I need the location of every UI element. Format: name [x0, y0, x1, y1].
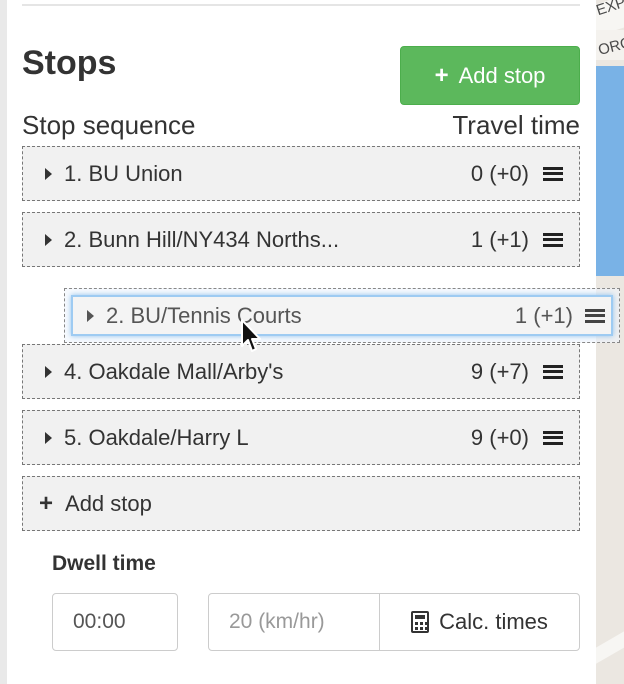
stop-name: 1. BU Union: [64, 160, 183, 186]
stop-travel-time: 1 (+1): [470, 226, 529, 252]
divider: [22, 4, 580, 6]
calc-times-button[interactable]: Calc. times: [379, 593, 580, 651]
stops-heading: Stops: [22, 44, 117, 82]
dragging-stop-row[interactable]: 2. BU/Tennis Courts 1 (+1): [71, 295, 613, 336]
stop-row[interactable]: 2. Bunn Hill/NY434 Norths... 1 (+1): [22, 212, 580, 267]
stop-travel-time: 9 (+7): [470, 358, 529, 384]
add-stop-row[interactable]: + Add stop: [22, 476, 580, 531]
plus-icon: +: [434, 61, 449, 89]
stop-travel-time: 0 (+0): [470, 160, 529, 186]
caret-right-icon: [87, 309, 94, 322]
dwell-time-label: Dwell time: [52, 552, 156, 575]
drag-handle-icon[interactable]: [585, 308, 605, 323]
stop-name: 2. BU/Tennis Courts: [106, 302, 302, 328]
add-stop-button[interactable]: + Add stop: [400, 46, 580, 105]
panel-edge: [0, 0, 7, 684]
stop-travel-time: 9 (+0): [470, 424, 529, 450]
stop-travel-time: 1 (+1): [514, 302, 573, 328]
stop-name: 5. Oakdale/Harry L: [64, 424, 249, 450]
stop-sequence-header: Stop sequence: [22, 110, 196, 140]
add-stop-button-label: Add stop: [458, 62, 546, 88]
travel-time-header: Travel time: [452, 110, 580, 140]
drag-handle-icon[interactable]: [543, 232, 563, 247]
drag-handle-icon[interactable]: [543, 430, 563, 445]
stop-row[interactable]: 1. BU Union 0 (+0): [22, 146, 580, 201]
stop-row[interactable]: 4. Oakdale Mall/Arby's 9 (+7): [22, 344, 580, 399]
dwell-time-input[interactable]: [52, 593, 178, 651]
plus-icon: +: [39, 489, 54, 517]
drag-handle-icon[interactable]: [543, 364, 563, 379]
map-road: [596, 628, 624, 666]
caret-right-icon[interactable]: [45, 233, 52, 246]
stop-name: 2. Bunn Hill/NY434 Norths...: [64, 226, 340, 252]
map-water: [596, 66, 624, 276]
calc-times-label: Calc. times: [439, 609, 548, 634]
add-stop-row-label: Add stop: [65, 490, 152, 516]
caret-right-icon[interactable]: [45, 167, 52, 180]
speed-input[interactable]: [208, 593, 380, 651]
drag-handle-icon[interactable]: [543, 166, 563, 181]
caret-right-icon[interactable]: [45, 431, 52, 444]
mouse-cursor-icon: [241, 319, 261, 352]
caret-right-icon[interactable]: [45, 365, 52, 378]
calculator-icon: [411, 611, 430, 633]
stop-row[interactable]: 5. Oakdale/Harry L 9 (+0): [22, 410, 580, 465]
stop-name: 4. Oakdale Mall/Arby's: [64, 358, 284, 384]
dragging-stop-placeholder: 2. BU/Tennis Courts 1 (+1): [64, 288, 620, 343]
